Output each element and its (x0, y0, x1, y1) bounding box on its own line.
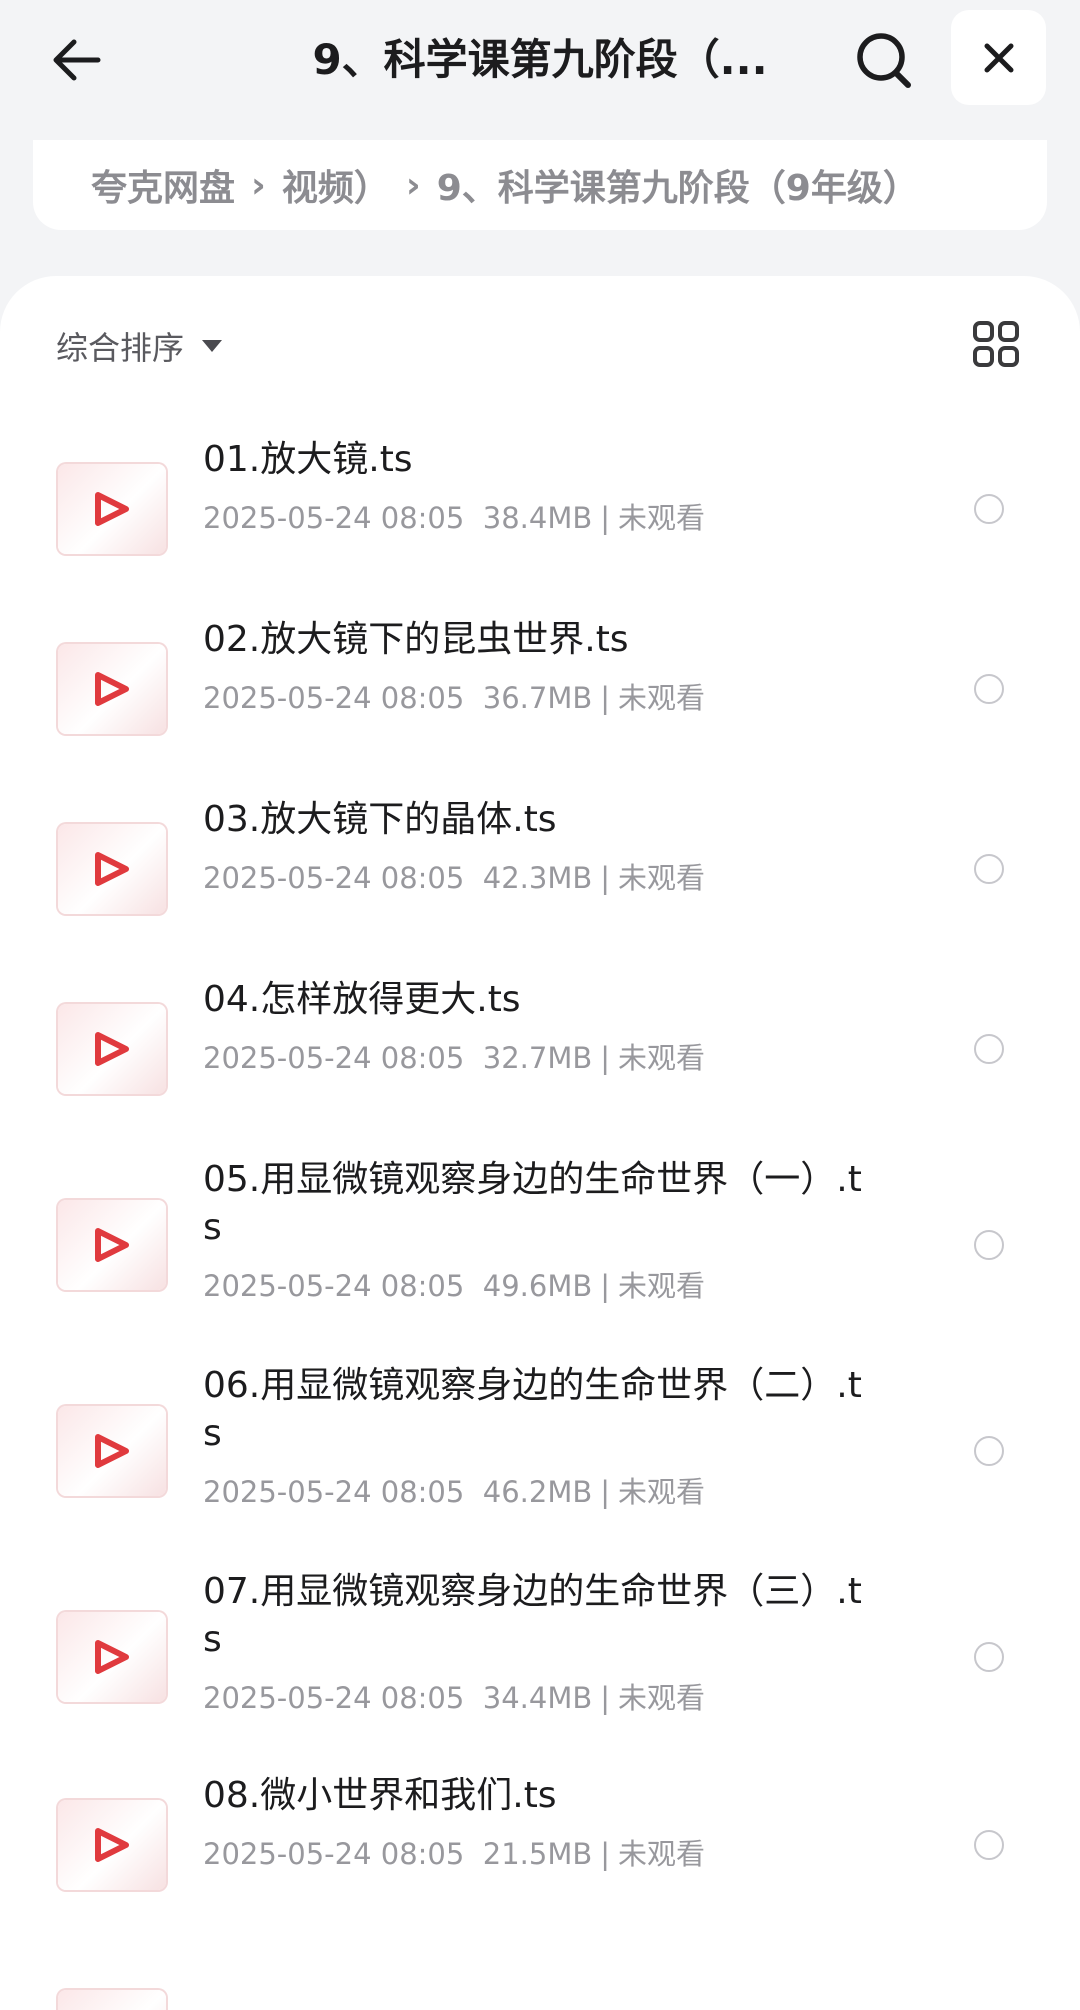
video-thumbnail (58, 644, 166, 734)
file-meta: 2025-05-24 08:05 32.7MB | 未观看 (203, 1041, 706, 1075)
watch-status: 未观看 (618, 1837, 706, 1871)
file-date: 2025-05-24 08:05 (203, 1269, 465, 1303)
close-icon (984, 43, 1013, 72)
file-name: 01.放大镜.ts (203, 439, 413, 480)
file-size: 42.3MB (482, 861, 593, 895)
breadcrumb: 夸克网盘 › 视频） › 9、科学课第九阶段（9年级） (33, 140, 1047, 230)
file-date: 2025-05-24 08:05 (203, 1041, 465, 1075)
file-row[interactable]: 05.用显微镜观察身边的生命世界（一）.ts 2025-05-24 08:05 … (0, 1156, 1080, 1336)
close-button[interactable] (951, 10, 1046, 105)
file-name: 06.用显微镜观察身边的生命世界（二）.ts (203, 1365, 862, 1454)
back-button[interactable] (40, 24, 112, 96)
play-icon (95, 1228, 129, 1262)
video-thumbnail (58, 1406, 166, 1496)
select-radio[interactable] (974, 1642, 1004, 1672)
select-radio[interactable] (974, 674, 1004, 704)
select-radio[interactable] (974, 1830, 1004, 1860)
watch-status: 未观看 (618, 1475, 706, 1509)
file-meta: 2025-05-24 08:05 46.2MB | 未观看 (203, 1475, 706, 1509)
file-row[interactable]: 08.微小世界和我们.ts 2025-05-24 08:05 21.5MB | 未观… (0, 1772, 1080, 1922)
file-size: 36.7MB (482, 681, 593, 715)
breadcrumb-item-current: 9、科学课第九阶段（9年级） (436, 168, 919, 209)
file-name: 07.用显微镜观察身边的生命世界（三）.ts (203, 1571, 862, 1660)
caret-down-icon (202, 340, 223, 352)
video-thumbnail (58, 1004, 166, 1094)
select-radio[interactable] (974, 1436, 1004, 1466)
page-title: 9、科学课第九阶段（... (312, 35, 768, 84)
breadcrumb-item-root[interactable]: 夸克网盘 (91, 159, 235, 211)
video-thumbnail (58, 1612, 166, 1702)
grid-view-icon (973, 321, 1019, 367)
file-row[interactable]: 04.怎样放得更大.ts 2025-05-24 08:05 32.7MB | 未观看 (0, 976, 1080, 1126)
file-name: 04.怎样放得更大.ts (203, 979, 521, 1020)
file-row[interactable]: 07.用显微镜观察身边的生命世界（三）.ts 2025-05-24 08:05 … (0, 1568, 1080, 1748)
select-radio[interactable] (974, 1034, 1004, 1064)
file-row[interactable]: 03.放大镜下的晶体.ts 2025-05-24 08:05 42.3MB | 未观… (0, 796, 1080, 946)
sort-dropdown[interactable]: 综合排序 (56, 316, 223, 376)
watch-status: 未观看 (618, 501, 706, 535)
file-date: 2025-05-24 08:05 (203, 681, 465, 715)
file-date: 2025-05-24 08:05 (203, 861, 465, 895)
grid-view-button[interactable] (966, 314, 1026, 374)
file-size: 32.7MB (482, 1041, 593, 1075)
search-icon (857, 33, 911, 88)
breadcrumb-item-videos[interactable]: 视频） (282, 159, 390, 211)
file-row[interactable]: 02.放大镜下的昆虫世界.ts 2025-05-24 08:05 36.7MB |… (0, 616, 1080, 766)
video-thumbnail (58, 1800, 166, 1890)
play-icon (95, 1032, 129, 1066)
select-radio[interactable] (974, 854, 1004, 884)
play-icon (95, 852, 129, 886)
file-name: 03.放大镜下的晶体.ts (203, 799, 557, 840)
breadcrumb-separator: › (405, 164, 421, 206)
watch-status: 未观看 (618, 1681, 706, 1715)
file-meta: 2025-05-24 08:05 21.5MB | 未观看 (203, 1837, 706, 1871)
search-button[interactable] (850, 26, 918, 94)
file-size: 38.4MB (482, 501, 593, 535)
file-list-panel: 综合排序 01.放大镜.ts 2025-05-24 08:05 38.4MB | 未… (0, 276, 1080, 2010)
file-date: 2025-05-24 08:05 (203, 501, 465, 535)
top-bar: 9、科学课第九阶段（... (0, 0, 1080, 120)
file-size: 49.6MB (482, 1269, 593, 1303)
breadcrumb-separator: › (251, 164, 266, 206)
file-meta: 2025-05-24 08:05 38.4MB | 未观看 (203, 501, 706, 535)
file-meta: 2025-05-24 08:05 42.3MB | 未观看 (203, 861, 706, 895)
play-icon (95, 492, 129, 526)
file-date: 2025-05-24 08:05 (203, 1681, 465, 1715)
arrow-left-icon (53, 39, 101, 81)
watch-status: 未观看 (618, 1041, 706, 1075)
video-thumbnail (58, 464, 166, 554)
select-radio[interactable] (974, 494, 1004, 524)
play-icon (95, 1640, 129, 1674)
file-row[interactable]: 06.用显微镜观察身边的生命世界（二）.ts 2025-05-24 08:05 … (0, 1362, 1080, 1542)
watch-status: 未观看 (618, 1269, 706, 1303)
file-row[interactable]: 01.放大镜.ts 2025-05-24 08:05 38.4MB | 未观看 (0, 436, 1080, 586)
video-thumbnail (58, 824, 166, 914)
play-icon (95, 672, 129, 706)
file-meta: 2025-05-24 08:05 34.4MB | 未观看 (203, 1681, 706, 1715)
video-thumbnail (58, 1200, 166, 1290)
sort-label: 综合排序 (56, 329, 185, 367)
play-icon (95, 1828, 129, 1862)
file-size: 46.2MB (482, 1475, 593, 1509)
play-icon (95, 1434, 129, 1468)
file-date: 2025-05-24 08:05 (203, 1837, 465, 1871)
file-name: 05.用显微镜观察身边的生命世界（一）.ts (203, 1159, 862, 1248)
file-size: 21.5MB (482, 1837, 593, 1871)
file-name: 02.放大镜下的昆虫世界.ts (203, 619, 629, 660)
bottom-nav (0, 1960, 1080, 2010)
file-name: 08.微小世界和我们.ts (203, 1775, 557, 1816)
file-date: 2025-05-24 08:05 (203, 1475, 465, 1509)
file-meta: 2025-05-24 08:05 36.7MB | 未观看 (203, 681, 706, 715)
watch-status: 未观看 (618, 861, 706, 895)
watch-status: 未观看 (618, 681, 706, 715)
file-size: 34.4MB (482, 1681, 593, 1715)
file-meta: 2025-05-24 08:05 49.6MB | 未观看 (203, 1269, 706, 1303)
select-radio[interactable] (974, 1230, 1004, 1260)
